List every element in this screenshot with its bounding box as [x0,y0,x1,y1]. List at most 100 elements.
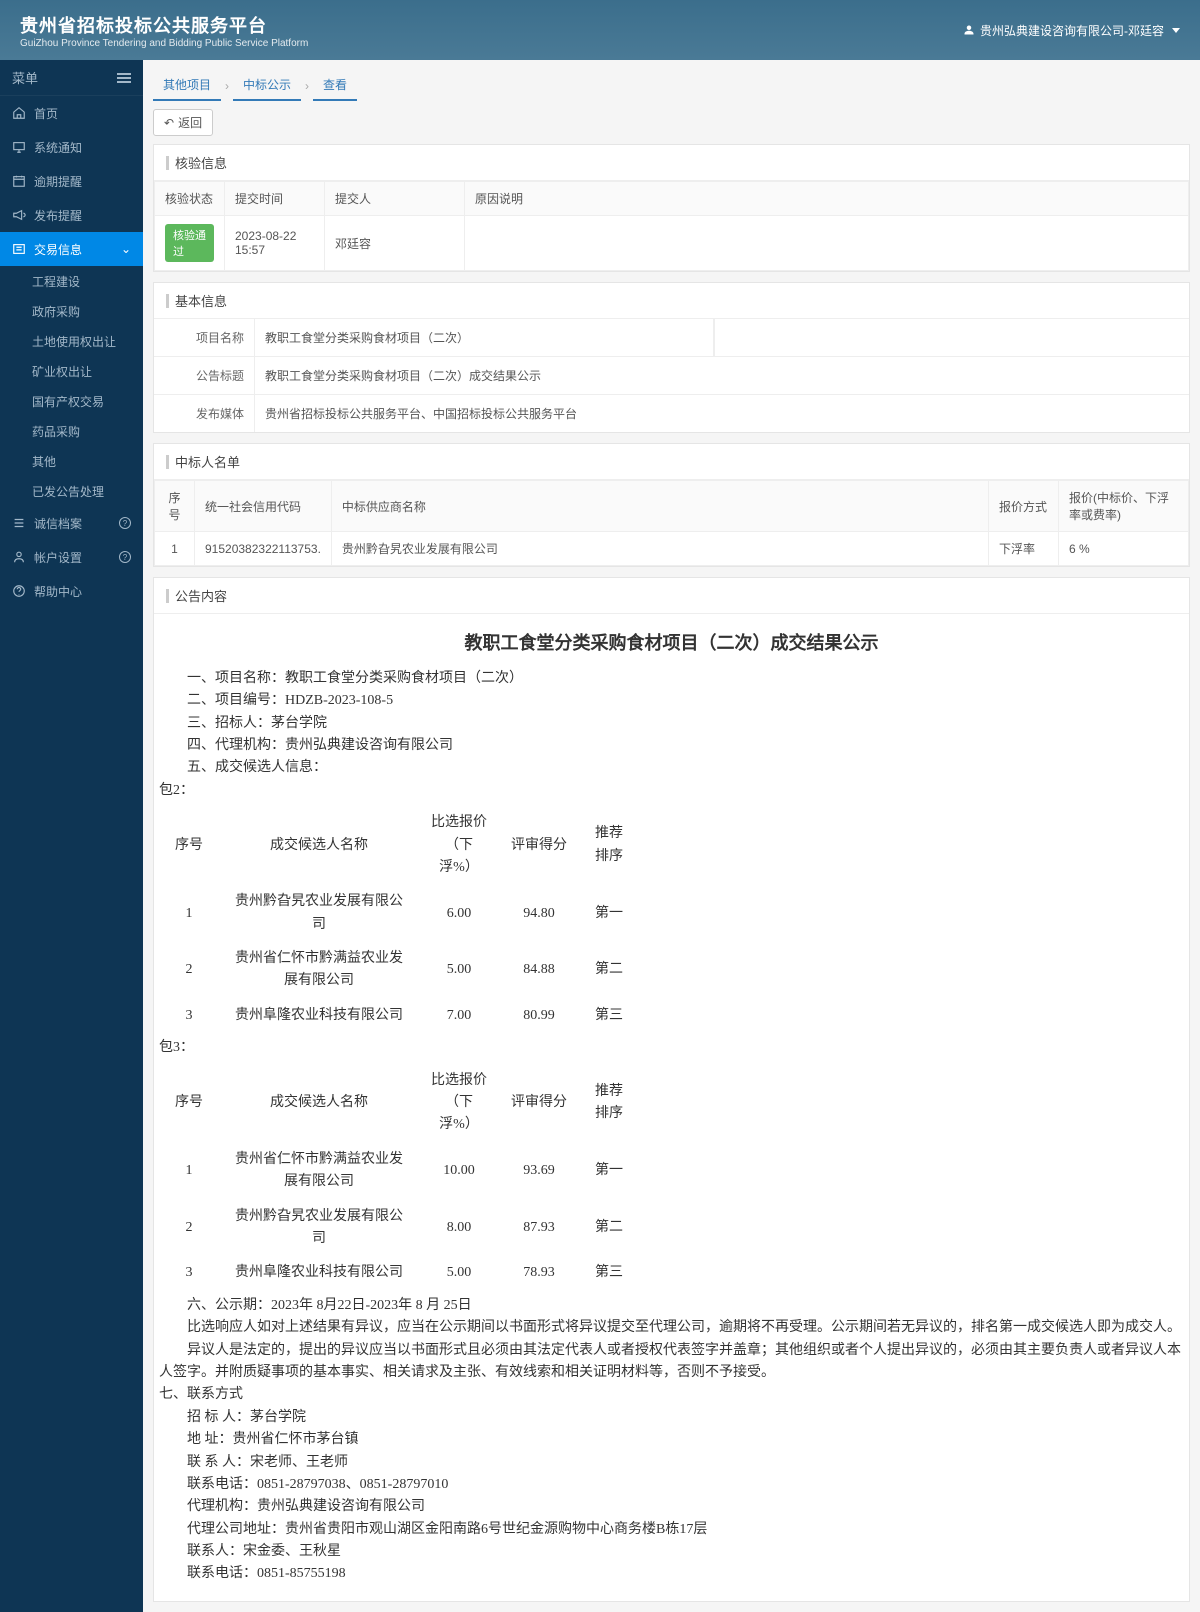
contact-line: 代理公司地址：贵州省贵阳市观山湖区金阳南路6号世纪金源购物中心商务楼B栋17层 [159,1519,1184,1541]
nav-sub-published[interactable]: 已发公告处理 [0,476,143,506]
form-value: 贵州省招标投标公共服务平台、中国招标投标公共服务平台 [254,395,1189,432]
nav-sub-construction[interactable]: 工程建设 [0,266,143,296]
th-method: 报价方式 [989,481,1059,532]
contact-line: 地 址：贵州省仁怀市茅台镇 [159,1429,1184,1451]
user-menu[interactable]: 贵州弘典建设咨询有限公司-邓廷容 [963,22,1180,39]
ann-line: 三、招标人：茅台学院 [159,713,1184,735]
nav-trade[interactable]: 交易信息 ⌄ [0,232,143,266]
form-row: 项目名称 教职工食堂分类采购食材项目（二次） [154,319,1189,357]
nav-account[interactable]: 帐户设置 ? [0,540,143,574]
sidebar: 菜单 首页 系统通知 逾期提醒 发布提醒 交易信息 ⌄ 工程建设 政府采购 土地… [0,60,143,1612]
nav-label: 发布提醒 [34,207,82,224]
contact-line: 招 标 人：茅台学院 [159,1407,1184,1429]
cell-method: 下浮率 [989,532,1059,566]
status-badge: 核验通过 [165,224,214,262]
ann-line: 二、项目编号：HDZB-2023-108-5 [159,690,1184,712]
user-settings-icon [12,550,26,564]
main-content: 其他项目 › 中标公示 › 查看 ↶ 返回 核验信息 核验状态 提交时间 提交人… [143,60,1200,1612]
nav-sub-property[interactable]: 国有产权交易 [0,386,143,416]
header-bar-icon [166,156,169,170]
ann-line: 五、成交候选人信息： [159,757,1184,779]
nav-notice[interactable]: 系统通知 [0,130,143,164]
calendar-icon [12,174,26,188]
pkg3-table: 序号 成交候选人名称 比选报价（下浮%） 评审得分 推荐排序 1贵州省仁怀市黔满… [159,1064,639,1291]
th: 成交候选人名称 [219,806,419,885]
header-bar-icon [166,455,169,469]
ann-para: 比选响应人如对上述结果有异议，应当在公示期间以书面形式将异议提交至代理公司，逾期… [159,1317,1184,1339]
nav-label: 首页 [34,105,58,122]
form-label: 公告标题 [154,357,254,394]
th-code: 统一社会信用代码 [195,481,332,532]
cell-price: 6 % [1059,532,1189,566]
table-row: 1贵州黔旮旯农业发展有限公司6.0094.80第一 [159,885,639,942]
table-row: 1 91520382322113753. 贵州黔旮旯农业发展有限公司 下浮率 6… [155,532,1189,566]
winner-panel: 中标人名单 序号 统一社会信用代码 中标供应商名称 报价方式 报价(中标价、下浮… [153,443,1190,567]
folder-icon [12,242,26,256]
pkg3-label: 包3： [159,1037,1184,1059]
th-submitter: 提交人 [325,182,465,216]
user-icon [963,24,975,36]
nav-sub-other[interactable]: 其他 [0,446,143,476]
nav-label: 交易信息 [34,241,82,258]
announcement-title: 教职工食堂分类采购食材项目（二次）成交结果公示 [159,629,1184,658]
table-row: 核验通过 2023-08-22 15:57 邓廷容 [155,216,1189,271]
nav-label: 帮助中心 [34,583,82,600]
contact-line: 联系电话：0851-85755198 [159,1563,1184,1585]
hamburger-icon[interactable] [117,73,131,83]
winner-table: 序号 统一社会信用代码 中标供应商名称 报价方式 报价(中标价、下浮率或费率) … [154,480,1189,566]
nav-publish[interactable]: 发布提醒 [0,198,143,232]
form-value: 教职工食堂分类采购食材项目（二次） [254,319,714,356]
panel-title: 核验信息 [175,153,227,172]
th: 推荐排序 [579,1064,639,1143]
breadcrumb-item[interactable]: 中标公示 [233,70,301,101]
ann-line: 四、代理机构：贵州弘典建设咨询有限公司 [159,735,1184,757]
form-label: 发布媒体 [154,395,254,432]
info-badge-icon: ? [119,517,131,529]
cell-name: 贵州黔旮旯农业发展有限公司 [331,532,988,566]
breadcrumb-item[interactable]: 其他项目 [153,70,221,101]
content-panel: 公告内容 教职工食堂分类采购食材项目（二次）成交结果公示 一、项目名称：教职工食… [153,577,1190,1602]
panel-header: 基本信息 [154,283,1189,319]
th-time: 提交时间 [225,182,325,216]
contact-header: 七、联系方式 [159,1384,1184,1406]
announcement-body: 教职工食堂分类采购食材项目（二次）成交结果公示 一、项目名称：教职工食堂分类采购… [154,614,1189,1601]
nav-sub-drug[interactable]: 药品采购 [0,416,143,446]
panel-header: 公告内容 [154,578,1189,614]
ann-line: 一、项目名称：教职工食堂分类采购食材项目（二次） [159,668,1184,690]
th: 推荐排序 [579,806,639,885]
th: 比选报价（下浮%） [419,806,499,885]
nav-credit[interactable]: 诚信档案 ? [0,506,143,540]
th: 比选报价（下浮%） [419,1064,499,1143]
th: 评审得分 [499,1064,579,1143]
breadcrumb-item[interactable]: 查看 [313,70,357,101]
header-brand: 贵州省招标投标公共服务平台 GuiZhou Province Tendering… [20,12,308,49]
nav-help[interactable]: 帮助中心 [0,574,143,608]
nav-sub-gov[interactable]: 政府采购 [0,296,143,326]
th: 序号 [159,806,219,885]
contact-line: 代理机构：贵州弘典建设咨询有限公司 [159,1496,1184,1518]
help-icon [12,584,26,598]
cell-seq: 1 [155,532,195,566]
form-row: 发布媒体 贵州省招标投标公共服务平台、中国招标投标公共服务平台 [154,395,1189,432]
breadcrumb: 其他项目 › 中标公示 › 查看 [143,60,1200,101]
list-icon [12,516,26,530]
panel-title: 中标人名单 [175,452,240,471]
th-reason: 原因说明 [465,182,1189,216]
user-name: 贵州弘典建设咨询有限公司-邓廷容 [980,22,1164,39]
home-icon [12,106,26,120]
ann-para: 异议人是法定的，提出的异议应当以书面形式且必须由其法定代表人或者授权代表签字并盖… [159,1340,1184,1385]
table-row: 3贵州阜隆农业科技有限公司7.0080.99第三 [159,999,639,1033]
nav-label: 帐户设置 [34,549,82,566]
nav-sub-mining[interactable]: 矿业权出让 [0,356,143,386]
basic-panel: 基本信息 项目名称 教职工食堂分类采购食材项目（二次） 公告标题 教职工食堂分类… [153,282,1190,433]
back-button[interactable]: ↶ 返回 [153,109,213,136]
app-header: 贵州省招标投标公共服务平台 GuiZhou Province Tendering… [0,0,1200,60]
nav-sub-land[interactable]: 土地使用权出让 [0,326,143,356]
nav-home[interactable]: 首页 [0,96,143,130]
nav-overdue[interactable]: 逾期提醒 [0,164,143,198]
nav-label: 诚信档案 [34,515,82,532]
pkg2-label: 包2： [159,780,1184,802]
th: 成交候选人名称 [219,1064,419,1143]
pkg2-table: 序号 成交候选人名称 比选报价（下浮%） 评审得分 推荐排序 1贵州黔旮旯农业发… [159,806,639,1033]
contact-line: 联系电话：0851-28797038、0851-28797010 [159,1474,1184,1496]
